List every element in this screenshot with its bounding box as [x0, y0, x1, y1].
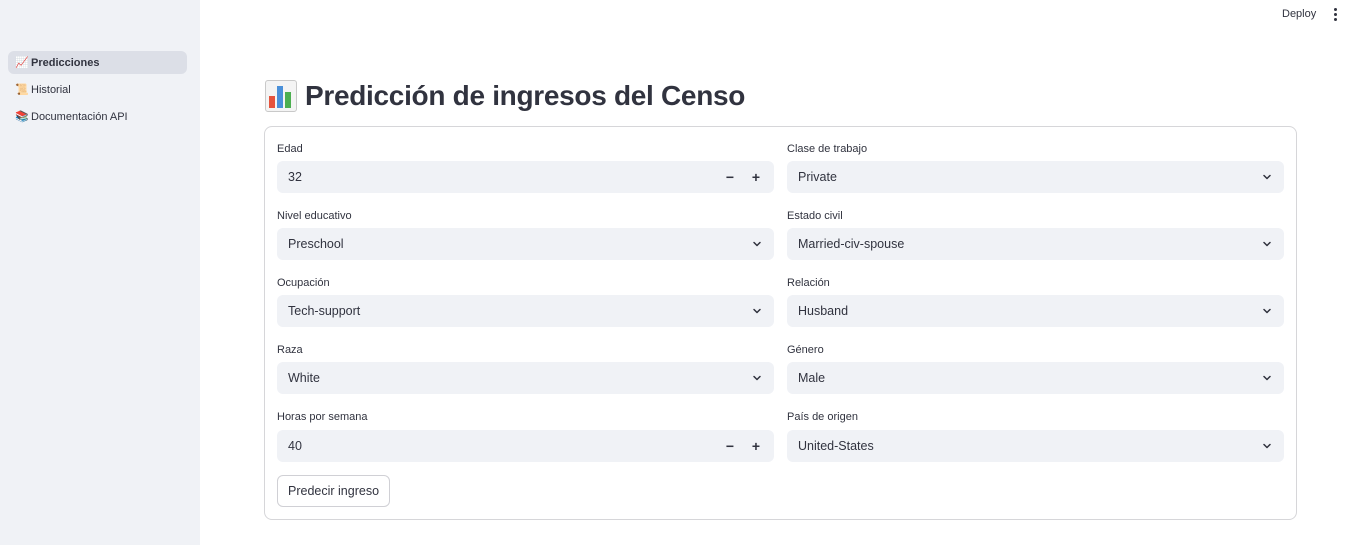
predict-button[interactable]: Predecir ingreso [277, 475, 391, 507]
edad-increment-button[interactable]: + [743, 161, 769, 193]
relacion-value: Husband [798, 304, 849, 318]
raza-value: White [288, 371, 320, 385]
edad-decrement-button[interactable]: − [717, 161, 743, 193]
edad-input[interactable]: 32 − + [277, 161, 774, 193]
field-label-nivel-educativo: Nivel educativo [277, 210, 352, 222]
field-label-horas-semana: Horas por semana [277, 411, 368, 423]
field-label-genero: Género [787, 344, 824, 356]
ocupacion-select[interactable]: Tech-support [277, 295, 774, 327]
horas-semana-value: 40 [288, 439, 302, 453]
sidebar-item-predicciones[interactable]: 📈 Predicciones [8, 51, 187, 74]
field-label-raza: Raza [277, 344, 303, 356]
chart-increasing-icon: 📈 [15, 57, 29, 69]
chevron-down-icon [1263, 443, 1271, 449]
estado-civil-select[interactable]: Married-civ-spouse [787, 228, 1284, 260]
genero-select[interactable]: Male [787, 362, 1284, 394]
books-icon: 📚 [15, 111, 29, 123]
prediction-form: Edad 32 − + Clase de trabajo Private Niv… [264, 126, 1297, 520]
sidebar-item-label: Documentación API [31, 110, 128, 123]
deploy-button[interactable]: Deploy [1272, 3, 1326, 25]
sidebar-item-label: Predicciones [31, 56, 100, 69]
sidebar-item-label: Historial [31, 83, 71, 96]
clase-trabajo-value: Private [798, 170, 837, 184]
ocupacion-value: Tech-support [288, 304, 361, 318]
genero-value: Male [798, 371, 826, 385]
horas-increment-button[interactable]: + [743, 430, 769, 462]
field-label-clase-trabajo: Clase de trabajo [787, 143, 868, 155]
page-title-text: Predicción de ingresos del Censo [305, 80, 746, 111]
sidebar-item-historial[interactable]: 📜 Historial [8, 78, 187, 101]
chevron-down-icon [753, 375, 761, 381]
estado-civil-value: Married-civ-spouse [798, 237, 905, 251]
field-label-ocupacion: Ocupación [277, 277, 330, 289]
field-label-edad: Edad [277, 143, 303, 155]
raza-select[interactable]: White [277, 362, 774, 394]
field-label-estado-civil: Estado civil [787, 210, 843, 222]
chevron-down-icon [1263, 308, 1271, 314]
edad-value: 32 [288, 170, 302, 184]
field-label-relacion: Relación [787, 277, 830, 289]
sidebar-item-documentacion-api[interactable]: 📚 Documentación API [8, 105, 187, 128]
chevron-down-icon [753, 241, 761, 247]
scroll-icon: 📜 [15, 84, 29, 96]
page-title: Predicción de ingresos del Censo [265, 76, 745, 116]
bar-chart-icon [265, 80, 297, 112]
chevron-down-icon [1263, 375, 1271, 381]
sidebar: 📈 Predicciones 📜 Historial 📚 Documentaci… [0, 0, 200, 545]
field-label-pais-origen: País de origen [787, 411, 858, 423]
horas-semana-input[interactable]: 40 − + [277, 430, 774, 462]
horas-decrement-button[interactable]: − [717, 430, 743, 462]
chevron-down-icon [1263, 174, 1271, 180]
chevron-down-icon [1263, 241, 1271, 247]
chevron-down-icon [753, 308, 761, 314]
nivel-educativo-value: Preschool [288, 237, 344, 251]
vertical-ellipsis-icon[interactable] [1326, 3, 1344, 25]
relacion-select[interactable]: Husband [787, 295, 1284, 327]
nivel-educativo-select[interactable]: Preschool [277, 228, 774, 260]
pais-origen-value: United-States [798, 439, 874, 453]
clase-trabajo-select[interactable]: Private [787, 161, 1284, 193]
pais-origen-select[interactable]: United-States [787, 430, 1284, 462]
